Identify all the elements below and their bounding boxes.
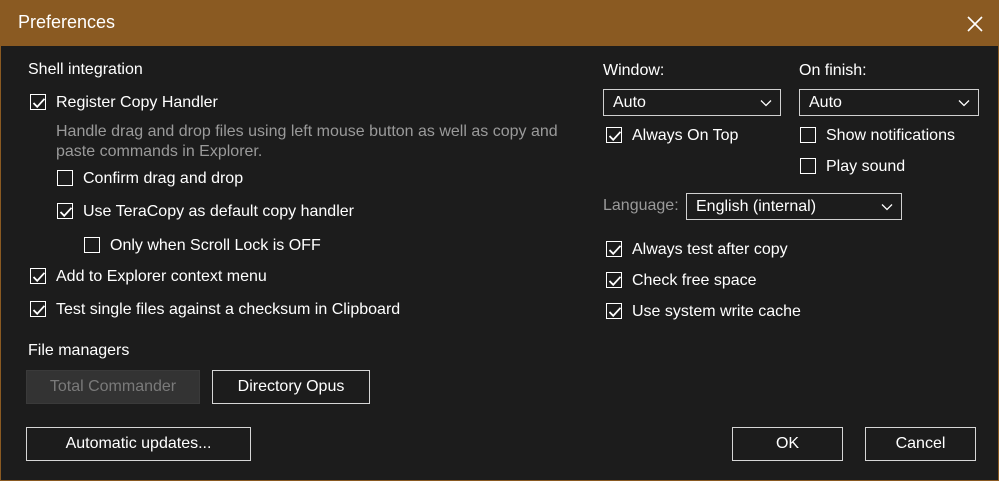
register-handler-label[interactable]: Register Copy Handler — [56, 94, 218, 112]
scroll-lock-label[interactable]: Only when Scroll Lock is OFF — [110, 237, 321, 255]
play-sound-label[interactable]: Play sound — [826, 158, 905, 176]
write-cache-checkbox[interactable] — [606, 303, 622, 319]
automatic-updates-button[interactable]: Automatic updates... — [26, 427, 251, 461]
window-select-value: Auto — [613, 93, 646, 111]
language-select-value: English (internal) — [696, 197, 817, 215]
window-select[interactable]: Auto — [603, 89, 781, 116]
always-on-top-checkbox[interactable] — [606, 127, 622, 143]
checksum-checkbox[interactable] — [30, 301, 46, 317]
chevron-down-icon — [881, 204, 893, 211]
dialog-title: Preferences — [18, 12, 116, 32]
directory-opus-button[interactable]: Directory Opus — [212, 370, 370, 404]
always-test-label[interactable]: Always test after copy — [632, 241, 788, 259]
chevron-down-icon — [760, 100, 772, 107]
shell-integration-heading: Shell integration — [28, 61, 143, 78]
close-icon — [967, 15, 983, 32]
always-on-top-label[interactable]: Always On Top — [632, 127, 738, 145]
checkmark-icon — [608, 131, 622, 142]
checkmark-icon — [608, 307, 622, 318]
checkmark-icon — [608, 245, 622, 256]
register-handler-description: Handle drag and drop files using left mo… — [56, 123, 558, 160]
language-select[interactable]: English (internal) — [686, 193, 902, 220]
chevron-down-icon — [958, 100, 970, 107]
checkmark-icon — [32, 272, 46, 283]
on-finish-label: On finish: — [799, 62, 867, 79]
ok-button[interactable]: OK — [732, 427, 843, 461]
on-finish-select[interactable]: Auto — [799, 89, 979, 116]
close-button[interactable] — [952, 1, 998, 46]
file-managers-heading: File managers — [28, 342, 130, 359]
write-cache-label[interactable]: Use system write cache — [632, 303, 801, 321]
default-handler-checkbox[interactable] — [57, 203, 73, 219]
play-sound-checkbox[interactable] — [800, 158, 816, 174]
always-test-checkbox[interactable] — [606, 241, 622, 257]
register-handler-checkbox[interactable] — [30, 94, 46, 110]
show-notifications-checkbox[interactable] — [800, 127, 816, 143]
checkmark-icon — [32, 305, 46, 316]
checkmark-icon — [59, 207, 73, 218]
context-menu-checkbox[interactable] — [30, 268, 46, 284]
window-label: Window: — [603, 62, 665, 79]
scroll-lock-checkbox[interactable] — [84, 237, 100, 253]
checkmark-icon — [608, 276, 622, 287]
free-space-checkbox[interactable] — [606, 272, 622, 288]
checksum-label[interactable]: Test single files against a checksum in … — [56, 301, 400, 319]
confirm-drag-checkbox[interactable] — [57, 170, 73, 186]
language-label: Language: — [603, 197, 679, 214]
title-bar[interactable]: Preferences — [1, 1, 998, 46]
preferences-dialog: Preferences Shell integration Register C… — [0, 0, 999, 481]
checkmark-icon — [32, 98, 46, 109]
default-handler-label[interactable]: Use TeraCopy as default copy handler — [83, 203, 354, 221]
confirm-drag-label[interactable]: Confirm drag and drop — [83, 170, 243, 188]
context-menu-label[interactable]: Add to Explorer context menu — [56, 268, 267, 286]
total-commander-button[interactable]: Total Commander — [26, 370, 200, 404]
free-space-label[interactable]: Check free space — [632, 272, 757, 290]
on-finish-select-value: Auto — [809, 93, 842, 111]
cancel-button[interactable]: Cancel — [865, 427, 976, 461]
show-notifications-label[interactable]: Show notifications — [826, 127, 955, 145]
